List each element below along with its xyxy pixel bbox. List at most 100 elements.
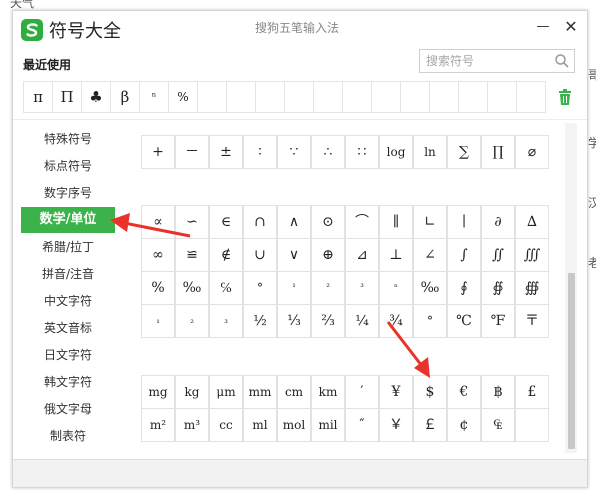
symbol-cell[interactable]: ∟ [413,205,447,239]
symbol-cell[interactable]: ℉ [481,304,515,338]
symbol-cell[interactable]: ₂ [175,304,209,338]
symbol-cell[interactable]: ∈ [209,205,243,239]
symbol-cell[interactable]: μm [209,375,243,409]
category-japanese-chars[interactable]: 日文字符 [21,343,115,367]
symbol-cell[interactable]: ⅔ [311,304,345,338]
symbol-cell[interactable]: % [141,271,175,305]
symbol-cell[interactable]: ≌ [175,238,209,272]
recent-symbol-empty[interactable] [313,81,343,113]
symbol-cell[interactable]: ₃ [209,304,243,338]
symbol-cell[interactable]: ∏ [481,135,515,169]
symbol-cell[interactable]: ⊥ [379,238,413,272]
symbol-cell[interactable]: ∰ [515,271,549,305]
symbol-cell[interactable]: ‰ [413,271,447,305]
recent-symbol-empty[interactable] [371,81,401,113]
symbol-cell[interactable]: ⌀ [515,135,549,169]
symbol-cell[interactable]: ‰ [175,271,209,305]
trash-icon[interactable] [558,89,572,105]
symbol-cell[interactable]: ∞ [141,238,175,272]
symbol-cell[interactable]: ∫ [447,238,481,272]
recent-symbol-empty[interactable] [342,81,372,113]
symbol-cell[interactable]: 〒 [515,304,549,338]
symbol-cell[interactable]: ml [243,408,277,442]
symbol-cell[interactable]: ∧ [277,205,311,239]
symbol-cell[interactable]: ⊿ [345,238,379,272]
symbol-cell[interactable]: ∣ [447,205,481,239]
scroll-thumb[interactable] [568,273,575,449]
category-chinese-chars[interactable]: 中文字符 [21,289,115,313]
symbol-cell[interactable]: log [379,135,413,169]
symbol-cell[interactable]: € [447,375,481,409]
symbol-cell[interactable]: ∂ [481,205,515,239]
symbol-cell[interactable]: ₁ [141,304,175,338]
symbol-cell[interactable]: mol [277,408,311,442]
symbol-cell[interactable]: ⊕ [311,238,345,272]
symbol-cell[interactable]: mil [311,408,345,442]
symbol-cell[interactable]: ¾ [379,304,413,338]
symbol-cell[interactable]: ℅ [209,271,243,305]
category-pinyin-zhuyin[interactable]: 拼音/注音 [21,262,115,286]
symbol-cell[interactable]: kg [175,375,209,409]
symbol-cell[interactable]: ∩ [243,205,277,239]
category-punctuation[interactable]: 标点符号 [21,154,115,178]
symbol-cell[interactable]: ∷ [345,135,379,169]
recent-symbol[interactable]: % [168,81,198,113]
symbol-cell[interactable]: ⊙ [311,205,345,239]
symbol-cell[interactable]: ￥ [379,408,413,442]
symbol-cell[interactable]: mm [243,375,277,409]
recent-symbol-empty[interactable] [400,81,430,113]
recent-symbol-empty[interactable] [429,81,459,113]
recent-symbol[interactable]: β [110,81,140,113]
symbol-cell[interactable]: £ [515,375,549,409]
category-special[interactable]: 特殊符号 [21,127,115,151]
symbol-cell[interactable]: ∑ [447,135,481,169]
symbol-cell[interactable]: ± [209,135,243,169]
category-greek-latin[interactable]: 希腊/拉丁 [21,235,115,259]
symbol-cell[interactable]: ¥ [379,375,413,409]
symbol-cell[interactable]: ∪ [243,238,277,272]
symbol-cell[interactable]: m² [141,408,175,442]
titlebar[interactable]: 符号大全 搜狗五笔输入法 — ✕ [13,11,587,47]
symbol-cell[interactable]: ∶ [243,135,277,169]
symbol-cell[interactable]: ∬ [481,238,515,272]
symbol-cell[interactable]: ¹ [277,271,311,305]
symbol-cell[interactable]: ′ [345,375,379,409]
symbol-cell[interactable]: mg [141,375,175,409]
category-number-ordinals[interactable]: 数字序号 [21,181,115,205]
symbol-cell[interactable]: ln [413,135,447,169]
symbol-cell[interactable]: ∝ [141,205,175,239]
symbol-cell[interactable]: ½ [243,304,277,338]
symbol-cell[interactable]: ∠ [413,238,447,272]
symbol-cell[interactable]: cm [277,375,311,409]
symbol-cell-empty[interactable] [515,408,549,442]
symbol-cell[interactable]: ∴ [311,135,345,169]
symbol-cell[interactable]: ³ [345,271,379,305]
symbol-cell[interactable]: ￡ [413,408,447,442]
category-korean-chars[interactable]: 韩文字符 [21,370,115,394]
symbol-cell[interactable]: ∥ [379,205,413,239]
category-box-drawing[interactable]: 制表符 [21,424,115,448]
symbol-cell[interactable]: ฿ [481,375,515,409]
recent-symbol[interactable]: Π [52,81,82,113]
category-english-phonetic[interactable]: 英文音标 [21,316,115,340]
search-box[interactable] [419,49,575,73]
symbol-cell[interactable]: ⌒ [345,205,379,239]
symbol-cell[interactable]: ∯ [481,271,515,305]
recent-symbol-empty[interactable] [226,81,256,113]
minimize-button[interactable]: — [533,17,553,37]
symbol-cell[interactable]: ² [311,271,345,305]
symbol-cell[interactable]: ° [243,271,277,305]
symbol-cell[interactable]: $ [413,375,447,409]
symbol-cell[interactable]: ∭ [515,238,549,272]
symbol-cell[interactable]: ∉ [209,238,243,272]
symbol-cell[interactable]: m³ [175,408,209,442]
symbol-cell[interactable]: ℃ [447,304,481,338]
recent-symbol-empty[interactable] [487,81,517,113]
symbol-cell[interactable]: + [141,135,175,169]
symbol-cell[interactable]: ∮ [447,271,481,305]
symbol-cell[interactable]: ₠ [481,408,515,442]
recent-symbol[interactable]: ♣ [81,81,111,113]
symbol-cell[interactable]: ° [413,304,447,338]
category-math-units[interactable]: 数学/单位 [21,207,115,233]
recent-symbol-empty[interactable] [255,81,285,113]
